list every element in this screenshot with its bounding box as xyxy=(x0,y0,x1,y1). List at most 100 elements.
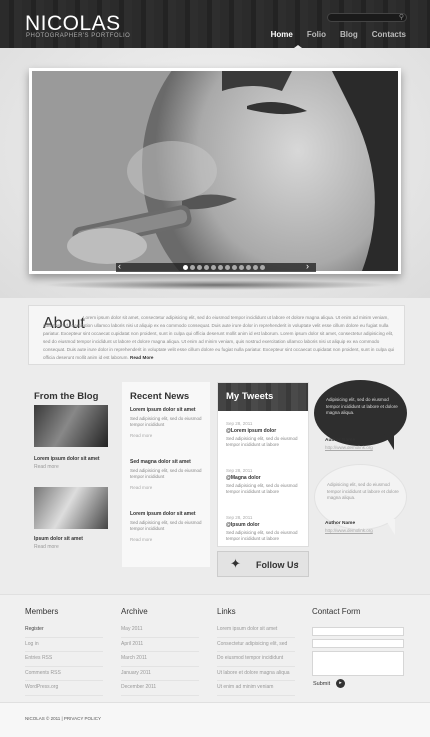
footer-link[interactable]: Register xyxy=(25,624,103,638)
slider-next-icon[interactable]: › xyxy=(306,261,309,271)
slider-dot[interactable] xyxy=(218,265,223,270)
slider-dot[interactable] xyxy=(260,265,265,270)
bubble-tail xyxy=(384,434,394,450)
blog-post-image[interactable] xyxy=(34,405,108,447)
slider-dot[interactable] xyxy=(190,265,195,270)
slider-dot[interactable] xyxy=(211,265,216,270)
testimonial-text: Adipisicing elit, sed do eiusmod tempor … xyxy=(326,397,398,415)
blog-read-more-link[interactable]: Read more xyxy=(34,464,59,470)
footer-link[interactable]: Ut labore et dolore magna aliqua xyxy=(217,668,295,681)
footer-link[interactable]: WordPress.org xyxy=(25,682,103,696)
footer-link[interactable]: May 2011 xyxy=(121,624,199,638)
copyright-text[interactable]: NICOLAS © 2011 | PRIVACY POLICY xyxy=(25,716,101,721)
news-item: Lorem ipsum dolor sit amet Sed adipisici… xyxy=(130,511,208,542)
blog-post-title[interactable]: Ipsum dolor sit amet xyxy=(34,536,83,542)
blog-title: From the Blog xyxy=(34,391,99,402)
footer-members-title: Members xyxy=(25,607,59,616)
nav-folio[interactable]: Folio xyxy=(307,30,326,39)
tweet-text: Sed adipisicing elit, sed do eiusmod tem… xyxy=(226,436,298,447)
testimonial-author: Author Name xyxy=(325,521,356,526)
main-nav: Home Folio Blog Contacts xyxy=(271,30,406,39)
footer-link[interactable]: Comments RSS xyxy=(25,668,103,681)
news-read-more-link[interactable]: Read more xyxy=(130,485,208,490)
about-body: Lorem ipsum dolor sit amet, consectetur … xyxy=(43,315,395,360)
news-item: Lorem ipsum dolor sit amet Sed adipisici… xyxy=(130,407,208,438)
tweet-text: Sed adipisicing elit, sed do eiusmod tem… xyxy=(226,530,298,541)
blog-read-more-link[interactable]: Read more xyxy=(34,544,59,550)
slider-dot[interactable] xyxy=(253,265,258,270)
follow-us-button[interactable]: ✦ Follow Us › xyxy=(217,551,309,577)
submit-arrow-icon[interactable]: ▸ xyxy=(336,679,345,688)
testimonial-bubble: Adipisicing elit, sed do eiusmod tempor … xyxy=(314,380,407,450)
nav-home[interactable]: Home xyxy=(271,30,293,39)
footer-link[interactable]: December 2011 xyxy=(121,682,199,696)
slider-dot[interactable] xyxy=(197,265,202,270)
tweet-item: Sep 28, 2011 @Lorem ipsum dolor Sed adip… xyxy=(226,421,304,448)
contact-message-textarea[interactable] xyxy=(312,651,404,676)
news-item-text: Sed adipisicing elit, sed do eiusmod tem… xyxy=(130,520,202,531)
slider-dot[interactable] xyxy=(225,265,230,270)
footer-link[interactable]: Consectetur adipisicing elit, sed xyxy=(217,639,295,652)
slider-dots xyxy=(183,265,265,270)
news-read-more-link[interactable]: Read more xyxy=(130,537,208,542)
footer-members-list: Register Log in Entries RSS Comments RSS… xyxy=(25,624,103,696)
slider-dot[interactable] xyxy=(183,265,188,270)
footer-link[interactable]: Entries RSS xyxy=(25,653,103,667)
footer-link[interactable]: March 2011 xyxy=(121,653,199,667)
news-item-title[interactable]: Lorem ipsum dolor sit amet xyxy=(130,511,208,517)
bubble-tail xyxy=(385,519,395,535)
testimonial-text: Adipisicing elit, sed do eiusmod tempor … xyxy=(327,482,399,500)
tweet-user-link[interactable]: @Magna dolor xyxy=(226,475,304,481)
news-item-title[interactable]: Sed magna dolor sit amet xyxy=(130,459,208,465)
footer-contact: Contact Form xyxy=(312,607,404,616)
nav-blog[interactable]: Blog xyxy=(340,30,358,39)
testimonial-url-link[interactable]: http://www.demolink.org xyxy=(325,528,373,533)
tweet-text: Sed adipisicing elit, sed do eiusmod tem… xyxy=(226,483,298,494)
contact-name-input[interactable] xyxy=(312,627,404,636)
about-section: About Lorem ipsum dolor sit amet, consec… xyxy=(28,305,405,365)
tweet-date: Sep 28, 2011 xyxy=(226,468,253,473)
slider-shadow xyxy=(42,280,390,290)
testimonial-url-link[interactable]: http://www.demolink.org xyxy=(325,445,373,450)
slider-dot[interactable] xyxy=(246,265,251,270)
footer-link[interactable]: Lorem ipsum dolor sit amet xyxy=(217,624,295,638)
footer-link[interactable]: Do eiusmod tempor incididunt xyxy=(217,653,295,667)
footer-archive-list: May 2011 April 2011 March 2011 January 2… xyxy=(121,624,199,696)
slider-dot[interactable] xyxy=(204,265,209,270)
site-header: NICOLAS PHOTOGRAPHER'S PORTFOLIO ⚲ Home … xyxy=(0,0,430,48)
tweet-item: Sep 28, 2011 @Magna dolor Sed adipisicin… xyxy=(226,468,304,495)
slider-dot[interactable] xyxy=(232,265,237,270)
about-read-more-link[interactable]: Read More xyxy=(130,355,154,360)
footer-link[interactable]: Log in xyxy=(25,639,103,652)
news-item: Sed magna dolor sit amet Sed adipisicing… xyxy=(130,459,208,490)
news-column: Recent News Lorem ipsum dolor sit amet S… xyxy=(122,382,210,567)
about-text: Lorem ipsum dolor sit amet, consectetur … xyxy=(43,314,398,362)
footer-link[interactable]: Ut enim ad minim veniam xyxy=(217,682,295,696)
search-icon[interactable]: ⚲ xyxy=(399,13,404,21)
tweets-header: My Tweets xyxy=(218,383,308,411)
footer-link[interactable]: April 2011 xyxy=(121,639,199,652)
site-tagline: PHOTOGRAPHER'S PORTFOLIO xyxy=(26,33,131,39)
footer-links: Links Lorem ipsum dolor sit amet Consect… xyxy=(217,607,295,697)
news-item-text: Sed adipisicing elit, sed do eiusmod tem… xyxy=(130,468,202,479)
nav-contacts[interactable]: Contacts xyxy=(372,30,406,39)
footer-members: Members Register Log in Entries RSS Comm… xyxy=(25,607,103,697)
search-input[interactable]: ⚲ xyxy=(327,13,407,22)
arrow-right-icon: › xyxy=(296,559,299,568)
tweets-column: My Tweets Sep 28, 2011 @Lorem ipsum dolo… xyxy=(217,382,309,547)
tweet-user-link[interactable]: @Ipsum dolor xyxy=(226,522,304,528)
tweet-date: Sep 28, 2011 xyxy=(226,515,253,520)
contact-form-title: Contact Form xyxy=(312,607,361,616)
follow-us-label: Follow Us xyxy=(256,560,299,570)
news-item-title[interactable]: Lorem ipsum dolor sit amet xyxy=(130,407,208,413)
submit-button[interactable]: Submit xyxy=(313,681,330,687)
slider-dot[interactable] xyxy=(239,265,244,270)
footer-archive: Archive May 2011 April 2011 March 2011 J… xyxy=(121,607,199,697)
blog-post-image[interactable] xyxy=(34,487,108,529)
news-read-more-link[interactable]: Read more xyxy=(130,433,208,438)
footer-link[interactable]: January 2011 xyxy=(121,668,199,681)
tweet-user-link[interactable]: @Lorem ipsum dolor xyxy=(226,428,304,434)
blog-post-title[interactable]: Lorem ipsum dolor sit amet xyxy=(34,456,100,462)
contact-email-input[interactable] xyxy=(312,639,404,648)
slider-prev-icon[interactable]: ‹ xyxy=(118,261,121,271)
